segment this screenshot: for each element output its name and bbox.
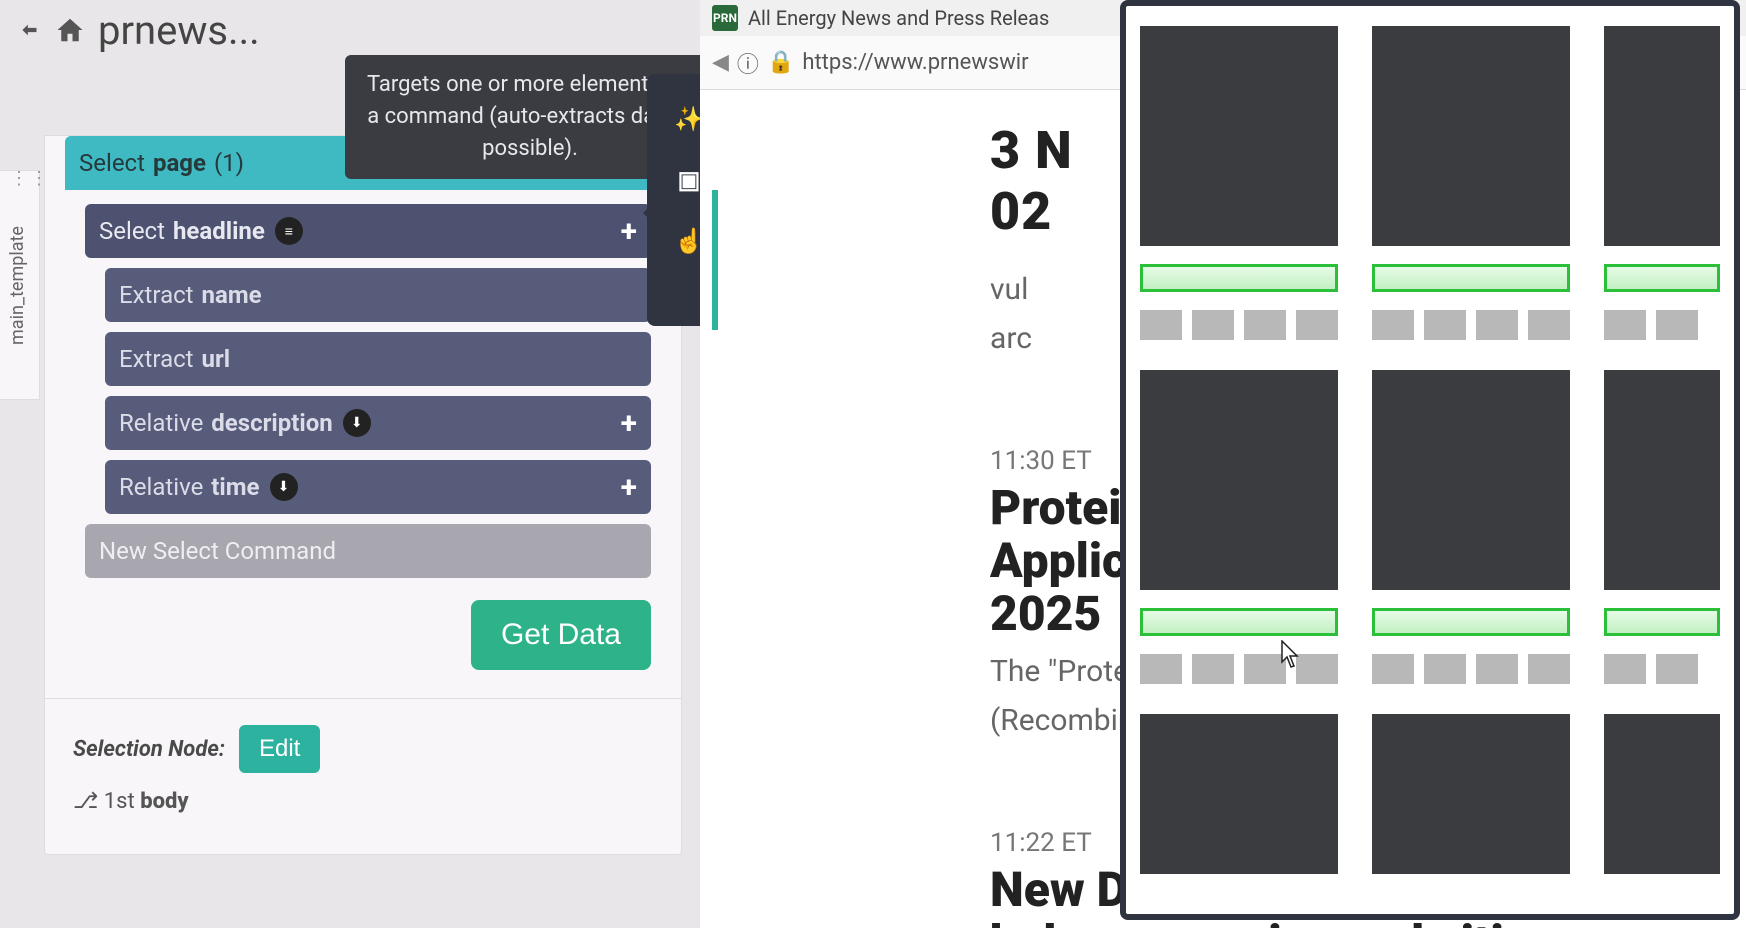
get-data-button[interactable]: Get Data — [471, 600, 651, 670]
selection-node-section: Selection Node: Edit ⎇ 1st body — [45, 698, 681, 854]
lock-icon: 🔒 — [767, 50, 794, 75]
path-prefix: ⎇ 1st — [73, 789, 140, 814]
preview-card — [1604, 370, 1720, 684]
cmd-arg: headline — [173, 217, 265, 245]
accent-bar — [712, 190, 718, 330]
cmd-arg: page — [153, 149, 206, 177]
cmd-arg: url — [202, 345, 231, 373]
preview-card — [1604, 26, 1720, 340]
new-command-input[interactable]: New Select Command — [85, 524, 651, 578]
edit-button[interactable]: Edit — [239, 725, 320, 773]
project-title: prnews... — [98, 7, 260, 54]
cmd-label: Relative — [119, 473, 203, 501]
preview-card — [1140, 714, 1338, 892]
new-command-placeholder: New Select Command — [99, 537, 336, 565]
download-icon: ⬇ — [343, 409, 371, 437]
nav-back-icon[interactable]: ◀ — [712, 50, 729, 75]
cmd-label: Select — [79, 149, 145, 177]
selection-node-label: Selection Node: — [73, 737, 225, 762]
preview-card — [1140, 26, 1338, 340]
cmd-label: Select — [99, 217, 165, 245]
cmd-label: Extract — [119, 345, 194, 373]
cmd-extract-url[interactable]: Extract url — [105, 332, 651, 386]
command-panel: Select page (1) + Select headline ≡ + Ex… — [44, 135, 682, 855]
selection-node-path: ⎇ 1st body — [73, 789, 653, 814]
plus-icon[interactable]: + — [621, 406, 637, 441]
preview-thumb — [1140, 26, 1338, 246]
cmd-count: (1) — [214, 149, 244, 177]
cmd-extract-name[interactable]: Extract name — [105, 268, 651, 322]
cmd-arg: time — [211, 473, 259, 501]
favicon-icon: PRN — [712, 5, 738, 31]
list-icon: ≡ — [275, 217, 303, 245]
plus-icon[interactable]: + — [621, 470, 637, 505]
preview-card — [1372, 26, 1570, 340]
selection-preview-overlay — [1120, 0, 1740, 920]
cmd-label: Extract — [119, 281, 194, 309]
url-text: https://www.prnewswir — [802, 50, 1028, 75]
cmd-select-headline[interactable]: Select headline ≡ + — [85, 204, 651, 258]
cmd-label: Relative — [119, 409, 203, 437]
preview-selected-strip — [1140, 264, 1338, 292]
back-icon[interactable] — [10, 10, 50, 50]
cmd-arg: name — [202, 281, 262, 309]
download-icon: ⬇ — [270, 473, 298, 501]
preview-card — [1140, 370, 1338, 684]
template-tab[interactable]: main_template — [0, 170, 40, 400]
preview-card — [1372, 370, 1570, 684]
info-icon[interactable]: ⓘ — [737, 47, 759, 79]
tab-title: All Energy News and Press Releas — [748, 6, 1049, 30]
cmd-relative-description[interactable]: Relative description ⬇ + — [105, 396, 651, 450]
cmd-relative-time[interactable]: Relative time ⬇ + — [105, 460, 651, 514]
preview-card — [1604, 714, 1720, 892]
template-tab-label: main_template — [7, 226, 28, 345]
cmd-arg: description — [211, 409, 332, 437]
path-element: body — [140, 789, 188, 814]
home-icon[interactable] — [50, 10, 90, 50]
preview-card — [1372, 714, 1570, 892]
